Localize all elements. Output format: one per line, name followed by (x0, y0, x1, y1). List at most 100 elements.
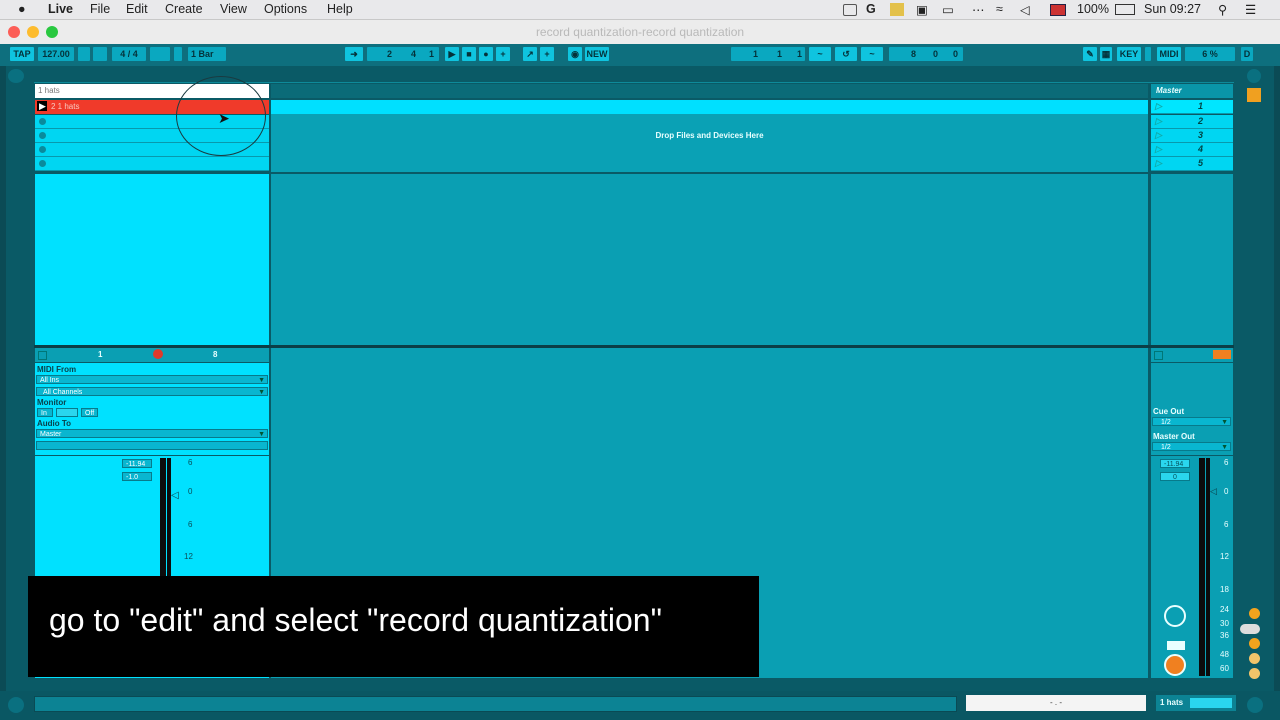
stop-clip-icon[interactable] (38, 351, 47, 360)
midi-map-button[interactable]: MIDI (1157, 47, 1181, 61)
key-map-button[interactable]: KEY (1117, 47, 1141, 61)
drop-area[interactable] (271, 114, 1148, 172)
clip-play-icon[interactable]: ▶ (37, 101, 47, 111)
scene-launch-icon[interactable]: ▷ (1155, 144, 1162, 155)
automation-arm-button[interactable]: ↗ (523, 47, 537, 61)
preview-volume-knob[interactable] (1164, 654, 1186, 676)
sends-view-icon[interactable] (1249, 653, 1260, 664)
scene-3[interactable]: ▷ 3 (1151, 129, 1233, 143)
master-title-bar[interactable]: Master (1151, 84, 1233, 98)
menu-app-live[interactable]: Live (48, 2, 73, 16)
track-volume-field[interactable]: -11.94 (122, 459, 152, 468)
metronome-button[interactable] (150, 47, 170, 61)
screen-icon[interactable]: ▣ (916, 2, 928, 17)
menu-view[interactable]: View (220, 2, 247, 16)
scene-5[interactable]: ▷ 5 (1151, 157, 1233, 171)
master-out-dropdown[interactable]: 1/2 ▼ (1152, 442, 1231, 451)
quantize-menu[interactable]: 1 Bar (188, 47, 226, 61)
scene-4[interactable]: ▷ 4 (1151, 143, 1233, 157)
clip-slot-button[interactable] (39, 132, 46, 139)
clip-slot-button[interactable] (39, 118, 46, 125)
new-button[interactable]: NEW (585, 47, 609, 61)
overdub-button[interactable]: + (496, 47, 510, 61)
menu-file[interactable]: File (90, 2, 110, 16)
scene-launch-icon[interactable]: ▷ (1155, 158, 1162, 169)
clip-view-toggle-icon[interactable] (1240, 624, 1260, 634)
camera-icon[interactable] (843, 4, 857, 16)
clip-slot-5[interactable] (35, 157, 269, 171)
nudge-up-button[interactable] (93, 47, 107, 61)
status-track-field[interactable]: 1 hats (1156, 695, 1236, 711)
device-view-icon[interactable] (1249, 638, 1260, 649)
follow-button[interactable]: ➜ (345, 47, 363, 61)
session-empty-area[interactable] (271, 174, 1148, 345)
wifi-icon[interactable]: ≈ (996, 2, 1003, 16)
clip-slot-button[interactable] (39, 160, 46, 167)
scene-launch-icon[interactable]: ▷ (1155, 101, 1162, 112)
master-volume-field[interactable]: -11.94 (1160, 459, 1190, 468)
cue-volume-knob[interactable] (1164, 605, 1186, 627)
flag-icon[interactable] (1050, 4, 1066, 16)
loop-button[interactable]: ↺ (835, 47, 857, 61)
track-pan-field[interactable]: -1.0 (122, 472, 152, 481)
scene-2[interactable]: ▷ 2 (1151, 115, 1233, 129)
play-button[interactable]: ▶ (445, 47, 459, 61)
tap-button[interactable]: TAP (10, 47, 34, 61)
menu-edit[interactable]: Edit (126, 2, 148, 16)
audio-to-dropdown[interactable]: Master ▼ (36, 429, 268, 438)
stop-button[interactable]: ■ (462, 47, 476, 61)
browser-toggle-icon[interactable] (8, 69, 24, 83)
selected-scene-row[interactable] (271, 100, 1148, 114)
cue-out-dropdown[interactable]: 1/2 ▼ (1152, 417, 1231, 426)
more-icon[interactable]: ⋯ (972, 2, 985, 17)
monitor-auto-button[interactable]: Auto (56, 408, 78, 417)
monitor-off-button[interactable]: Off (81, 408, 98, 417)
midi-from-dropdown[interactable]: All Ins ▼ (36, 375, 268, 384)
punch-in-button[interactable]: ~ (809, 47, 831, 61)
scene-1[interactable]: ▷ 1 (1151, 100, 1233, 114)
re-enable-automation-button[interactable]: + (540, 47, 554, 61)
menu-options[interactable]: Options (264, 2, 307, 16)
help-view-icon[interactable] (1249, 608, 1260, 619)
scene-launch-icon[interactable]: ▷ (1155, 130, 1162, 141)
volume-icon[interactable]: ◁ (1020, 2, 1030, 17)
punch-out-button[interactable]: ~ (861, 47, 883, 61)
menu-help[interactable]: Help (327, 2, 353, 16)
battery-icon[interactable] (1115, 4, 1135, 15)
master-fader-handle[interactable]: ◁ (1210, 486, 1217, 497)
info-view-toggle-icon[interactable] (8, 697, 24, 713)
metronome-menu-button[interactable] (174, 47, 182, 61)
computer-midi-keyboard-icon[interactable]: ▦ (1100, 47, 1112, 61)
audio-to-channel-dropdown[interactable] (36, 441, 268, 450)
master-pan-field[interactable]: 0 (1160, 472, 1190, 481)
clip-slot-button[interactable] (39, 146, 46, 153)
channel-dropdown[interactable]: All Channels ▼ (36, 387, 268, 396)
overview-toggle-icon[interactable] (1247, 69, 1261, 83)
record-button[interactable]: ● (479, 47, 493, 61)
draw-mode-icon[interactable]: ✎ (1083, 47, 1097, 61)
display-icon[interactable]: ▭ (942, 2, 954, 17)
track-empty-area[interactable] (35, 174, 269, 345)
cue-preview-button[interactable] (1167, 641, 1185, 650)
scene-launch-icon[interactable]: ▷ (1155, 116, 1162, 127)
tempo-field[interactable]: 127.00 (38, 47, 74, 61)
loop-start-field[interactable]: 1 1 1 (731, 47, 805, 61)
track-fader-handle[interactable]: ◁ (171, 490, 179, 501)
arm-button[interactable] (153, 349, 163, 359)
stop-all-clips-button[interactable] (1213, 350, 1231, 359)
nudge-down-button[interactable] (78, 47, 90, 61)
io-toggle-icon[interactable] (1247, 88, 1261, 102)
detail-view-toggle-icon[interactable] (1247, 697, 1263, 713)
note-icon[interactable] (890, 3, 904, 16)
signature-field[interactable]: 4 / 4 (112, 47, 146, 61)
arrangement-position[interactable]: 2 4 1 (367, 47, 439, 61)
loop-length-field[interactable]: 8 0 0 (889, 47, 963, 61)
returns-view-icon[interactable] (1249, 668, 1260, 679)
session-record-button[interactable]: ◉ (568, 47, 582, 61)
monitor-in-button[interactable]: In (37, 408, 53, 417)
list-icon[interactable]: ☰ (1245, 2, 1256, 17)
clock[interactable]: Sun 09:27 (1144, 2, 1201, 16)
google-icon[interactable]: G (866, 2, 876, 16)
apple-icon[interactable]: ● (18, 2, 26, 16)
menu-create[interactable]: Create (165, 2, 203, 16)
